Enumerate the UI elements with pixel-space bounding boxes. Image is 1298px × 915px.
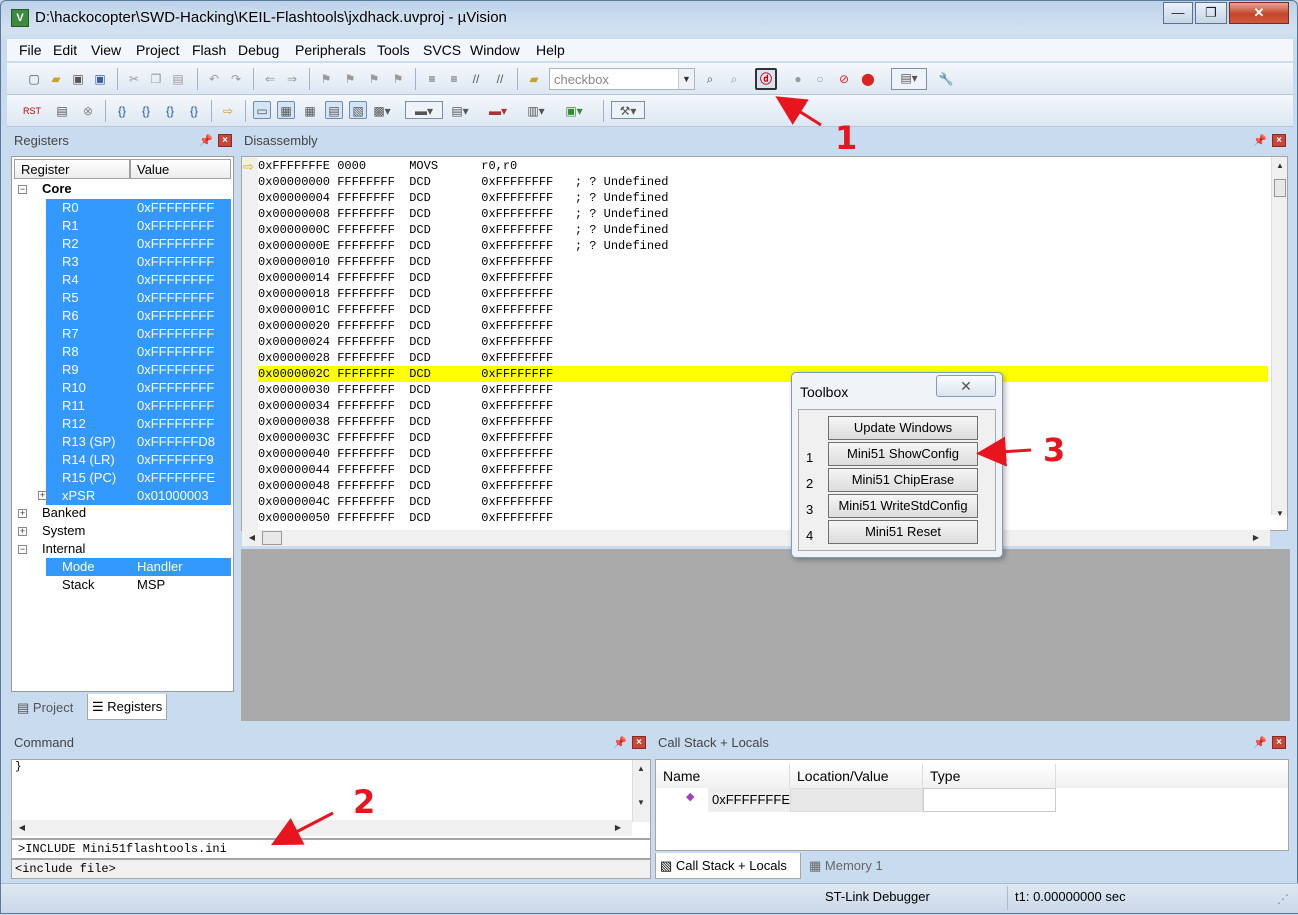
main-window: V D:\hackocopter\SWD-Hacking\KEIL-Flasht… [0, 0, 1298, 914]
annotation-arrow-1 [775, 96, 822, 127]
annotation-arrow-2 [271, 811, 334, 846]
annotation-label-3: 3 [1043, 431, 1066, 469]
annotation-arrows [271, 96, 1032, 846]
annotation-arrow-3 [976, 436, 1032, 467]
annotation-label-1: 1 [835, 119, 858, 157]
annotation-label-2: 2 [353, 783, 376, 821]
